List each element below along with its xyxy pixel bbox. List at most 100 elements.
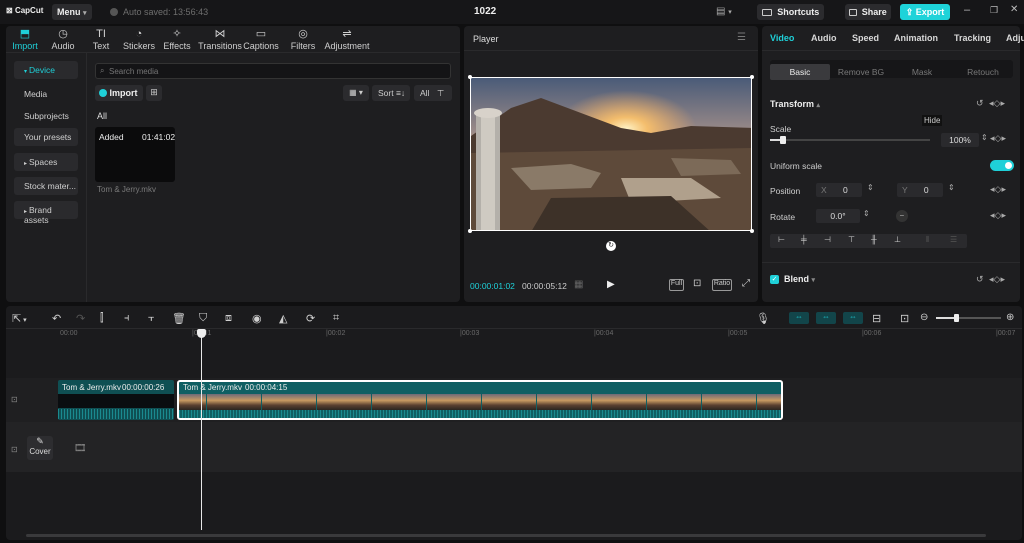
rotate-value-field[interactable]: 0.0° (816, 209, 860, 223)
rotate-handle-icon[interactable]: ↻ (606, 241, 616, 251)
zoom-in-icon[interactable]: ⊕ (1006, 312, 1014, 323)
trim-left-icon[interactable]: ⫞ (124, 312, 130, 325)
tab-effects[interactable]: ✧ Effects (158, 28, 196, 51)
filter-all-button[interactable]: All ⊤ (414, 85, 452, 101)
zoom-slider-knob[interactable] (954, 314, 959, 322)
blend-heading[interactable]: Blend ▾ (784, 274, 815, 284)
tab-captions[interactable]: ▭ Captions (242, 28, 280, 51)
preview-axis-icon[interactable]: ⊟ (872, 312, 881, 325)
blend-checkbox[interactable]: ✓ (770, 275, 779, 284)
position-x-stepper-icon[interactable]: ⇕ (867, 183, 874, 192)
maximize-icon[interactable]: ❐ (990, 5, 998, 16)
crop-handle-br[interactable] (750, 229, 754, 233)
export-button[interactable]: ⇪ Export (900, 4, 950, 20)
tab-text[interactable]: TI Text (82, 28, 120, 51)
trim-right-icon[interactable]: ⫟ (148, 312, 155, 325)
tab-import[interactable]: ⬒ Import (6, 28, 44, 51)
tab-stickers[interactable]: ◔ Stickers (120, 28, 158, 51)
crop-handle-tr[interactable] (750, 75, 754, 79)
align-center-h-icon[interactable]: ╪ (801, 235, 807, 244)
align-left-icon[interactable]: ⊢ (778, 235, 785, 244)
crop-handle-tl[interactable] (468, 75, 472, 79)
position-x-field[interactable]: X 0 (816, 183, 862, 197)
sub-tab-basic[interactable]: Basic (770, 64, 830, 80)
rotate-dial-icon[interactable]: – (896, 210, 908, 222)
menu-button[interactable]: Menu ▾ (52, 4, 92, 20)
tab-adjustment[interactable]: ⇌ Adjustment (322, 28, 372, 51)
inspector-tab-video[interactable]: Video (770, 33, 794, 43)
caption-icon[interactable]: ⊡ (900, 312, 909, 325)
playhead-handle[interactable] (197, 329, 206, 338)
rotate-stepper-icon[interactable]: ⇕ (863, 209, 870, 218)
full-button[interactable]: Full (669, 279, 684, 291)
inspector-tab-audio[interactable]: Audio (811, 33, 837, 43)
sub-tab-mask[interactable]: Mask (892, 64, 952, 80)
media-clip-thumbnail[interactable]: Added 01:41:02 (95, 127, 175, 182)
scale-slider[interactable] (770, 136, 930, 144)
zoom-out-icon[interactable]: ⊖ (920, 312, 928, 323)
inspector-tab-tracking[interactable]: Tracking (954, 33, 991, 43)
tab-audio[interactable]: ◷ Audio (44, 28, 82, 51)
sidebar-item-media[interactable]: Media (14, 85, 78, 103)
play-icon[interactable]: ▶ (607, 279, 615, 290)
sidebar-item-device[interactable]: ▾ Device (14, 61, 78, 79)
close-icon[interactable]: ✕ (1010, 4, 1018, 15)
search-input[interactable] (109, 65, 439, 77)
select-pointer-icon[interactable]: ⇱ ▾ (12, 312, 27, 325)
undo-icon[interactable]: ↶ (52, 312, 61, 325)
tab-transitions[interactable]: ⋈ Transitions (198, 28, 242, 51)
zoom-slider[interactable] (936, 314, 1001, 322)
position-y-field[interactable]: Y 0 (897, 183, 943, 197)
timecode-grid-icon[interactable]: ▦ (574, 279, 583, 290)
inspector-tab-animation[interactable]: Animation (894, 33, 938, 43)
sidebar-item-stock-mater[interactable]: Stock mater... (14, 177, 78, 195)
playhead[interactable] (201, 330, 202, 530)
redo-icon[interactable]: ↷ (76, 312, 85, 325)
linkage-icon[interactable]: ⇔ (843, 312, 863, 324)
marker-icon[interactable]: ⛉ (199, 312, 207, 325)
timeline-clip-1[interactable]: Tom & Jerry.mkv 00:00:00:26 (58, 380, 174, 420)
speed-icon[interactable]: ◉ (252, 312, 262, 325)
share-button[interactable]: Share (845, 4, 891, 20)
microphone-icon[interactable]: 🎙 (756, 312, 770, 325)
screenshot-icon[interactable]: ⊡ (693, 278, 701, 289)
track-visibility-icon[interactable]: ⊡ (11, 395, 18, 404)
sub-tab-remove-bg[interactable]: Remove BG (831, 64, 891, 80)
align-center-v-icon[interactable]: ╫ (871, 235, 877, 244)
sidebar-item-subprojects[interactable]: Subprojects (14, 107, 78, 125)
position-keyframe-icon[interactable]: ◂◇▸ (990, 184, 1006, 195)
tab-filters[interactable]: ◎ Filters (284, 28, 322, 51)
keyframe-prev-icon[interactable]: ◂◇▸ (989, 98, 1005, 109)
rotate-clip-icon[interactable]: ⟳ (306, 312, 315, 325)
grid-view-icon[interactable]: ⊞ (146, 85, 162, 101)
import-button[interactable]: Import (95, 85, 143, 101)
project-name[interactable]: 1022 (474, 6, 496, 17)
sub-tab-retouch[interactable]: Retouch (953, 64, 1013, 80)
main-track-magnet-icon[interactable]: ⇔ (789, 312, 809, 324)
position-y-stepper-icon[interactable]: ⇕ (948, 183, 955, 192)
scale-value-field[interactable]: 100% (941, 133, 979, 147)
mirror-icon[interactable]: ◭ (279, 312, 287, 325)
distribute-h-icon[interactable]: ⫴ (926, 235, 929, 245)
delete-icon[interactable]: 🗑 (172, 312, 186, 325)
timeline-ruler[interactable]: 00:00|00:01|00:02|00:03|00:04|00:05|00:0… (6, 328, 1022, 344)
auto-snap-icon[interactable]: ⇔ (816, 312, 836, 324)
cover-track-icon[interactable]: ⊡ (11, 445, 18, 454)
sidebar-item-spaces[interactable]: ▸ Spaces (14, 153, 78, 171)
transform-heading[interactable]: Transform ▴ (770, 99, 820, 109)
align-right-icon[interactable]: ⊣ (824, 235, 831, 244)
reset-icon[interactable]: ↺ (976, 98, 984, 109)
ratio-button[interactable]: Ratio (712, 279, 732, 291)
blend-keyframe-icon[interactable]: ◂◇▸ (989, 274, 1005, 285)
align-bottom-icon[interactable]: ⊥ (894, 235, 901, 244)
cover-button[interactable]: ✎ Cover (27, 436, 53, 460)
blend-reset-icon[interactable]: ↺ (976, 274, 984, 285)
timeline-scrollbar[interactable] (26, 534, 986, 537)
inspector-tab-speed[interactable]: Speed (852, 33, 879, 43)
sort-button[interactable]: Sort ≡↓ (372, 85, 410, 101)
shortcuts-button[interactable]: Shortcuts (757, 4, 824, 20)
fullscreen-icon[interactable]: ⤢ (742, 278, 750, 289)
align-top-icon[interactable]: ⊤ (848, 235, 855, 244)
view-mode-button[interactable]: ▦ ▾ (343, 85, 369, 101)
video-preview[interactable] (470, 77, 752, 231)
